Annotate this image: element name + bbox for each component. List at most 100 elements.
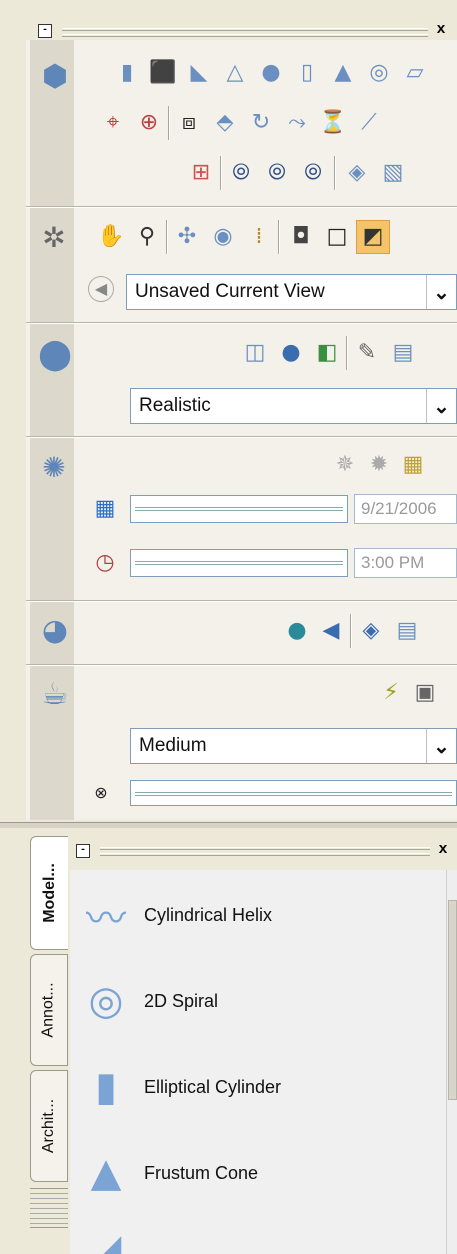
perspective-view-icon[interactable]: ◩	[356, 220, 390, 254]
camera-swivel-icon[interactable]: ◉	[208, 222, 238, 252]
chevron-down-icon[interactable]: ⌄	[426, 389, 456, 423]
time-slider[interactable]	[130, 549, 348, 577]
clock-icon[interactable]: ◷	[90, 548, 120, 578]
list-item[interactable]: ▲ Frustum Cone	[70, 1128, 440, 1218]
grip-line	[100, 853, 430, 856]
pan-icon[interactable]: ✋	[96, 222, 126, 252]
revolve-icon[interactable]: ↻	[246, 108, 276, 138]
3d-orbit-gizmo-icon[interactable]: ⊕	[134, 108, 164, 138]
torus-icon[interactable]: ◎	[364, 58, 394, 88]
tab-annotation[interactable]: Annot...	[30, 954, 68, 1066]
edit-style-icon[interactable]: ✎	[352, 338, 382, 368]
list-item[interactable]: ◢	[70, 1214, 440, 1254]
sphere-icon[interactable]: ●	[256, 58, 286, 88]
sun-off-icon[interactable]: ✹	[364, 450, 394, 480]
subtract-icon[interactable]: ⦾	[262, 158, 292, 188]
materials-palette-icon[interactable]: ▤	[392, 616, 422, 646]
list-item[interactable]: ◎ 2D Spiral	[70, 956, 440, 1046]
zoom-icon[interactable]: ⚲	[132, 222, 162, 252]
materials-panel-icon[interactable]: ◕	[36, 612, 74, 650]
tab-architectural[interactable]: Archit...	[30, 1070, 68, 1182]
tab-label: Annot...	[40, 982, 57, 1038]
convert-icon[interactable]: ▧	[378, 158, 408, 188]
sun-on-icon[interactable]: ✵	[330, 450, 360, 480]
realistic-style-icon[interactable]: ◧	[312, 338, 342, 368]
time-value: 3:00 PM	[354, 548, 457, 578]
orbit-icon[interactable]: ✣	[172, 222, 202, 252]
render-quality-select[interactable]: Medium ⌄	[130, 728, 457, 764]
material-attach-icon[interactable]: ◈	[356, 616, 386, 646]
scrollbar-thumb[interactable]	[448, 900, 457, 1100]
grip-line	[62, 34, 428, 37]
tab-label: Model...	[40, 863, 58, 923]
palette-splitter[interactable]	[0, 822, 457, 828]
render-window-icon[interactable]: ▣	[410, 678, 440, 708]
wedge-icon: ◢	[90, 1226, 122, 1254]
separator	[168, 106, 170, 140]
render-quality-select-value: Medium	[139, 735, 207, 756]
minimize-button[interactable]: -	[76, 844, 90, 858]
scrollbar[interactable]	[446, 870, 457, 1254]
section-plane-icon[interactable]: ⊞	[186, 158, 216, 188]
chevron-down-icon[interactable]: ⌄	[426, 275, 456, 309]
minimize-button[interactable]: -	[38, 24, 52, 38]
intersect-icon[interactable]: ⦾	[298, 158, 328, 188]
teapot-icon[interactable]: ☕	[36, 676, 74, 714]
slider-track	[135, 507, 343, 511]
list-item[interactable]: 〰 Cylindrical Helix	[70, 870, 440, 960]
back-arrow-icon[interactable]: ◀	[88, 276, 114, 302]
separator	[346, 336, 348, 370]
more-tabs-stack[interactable]	[30, 1188, 68, 1228]
date-slider[interactable]	[130, 495, 348, 523]
box-icon[interactable]: ⬛	[148, 58, 178, 88]
pyramid-icon[interactable]: ▲	[328, 58, 358, 88]
panel-render: ☕ ⚡ ▣ Medium ⌄ ⊗	[26, 666, 457, 820]
slice-icon[interactable]: ⟋	[354, 108, 384, 138]
wedge-icon[interactable]: ◣	[184, 58, 214, 88]
extrude-icon[interactable]: ⧈	[174, 108, 204, 138]
calendar-icon[interactable]: ▦	[90, 494, 120, 524]
cone-icon[interactable]: △	[220, 58, 250, 88]
interfere-icon[interactable]: ◈	[342, 158, 372, 188]
3d-hidden-icon[interactable]: ●	[276, 338, 306, 368]
view-select[interactable]: Unsaved Current View ⌄	[126, 274, 457, 310]
grip-line	[100, 847, 430, 850]
loft-icon[interactable]: ⏳	[318, 108, 348, 138]
sweep-icon[interactable]: ⤳	[282, 108, 312, 138]
2d-wireframe-icon[interactable]: ◫	[240, 338, 270, 368]
render-icon[interactable]: ⚡	[376, 678, 406, 708]
close-button[interactable]: x	[436, 842, 450, 858]
parallel-view-icon[interactable]: □	[322, 222, 352, 252]
material-sphere-icon[interactable]: ●	[282, 616, 312, 646]
visual-styles-panel-icon[interactable]: ⬤	[36, 336, 74, 374]
walk-icon[interactable]: ⁞	[244, 222, 274, 252]
exposure-slider[interactable]	[130, 780, 457, 806]
separator	[334, 156, 336, 190]
light-bulb-icon[interactable]: ✺	[36, 450, 72, 486]
light-list-icon[interactable]: ▦	[398, 450, 428, 480]
planar-surface-icon[interactable]: ▱	[400, 58, 430, 88]
polysolid-icon[interactable]: ▮	[112, 58, 142, 88]
render-settings-icon[interactable]: ⊗	[88, 780, 114, 806]
ucs-icon[interactable]: ⌖	[98, 108, 128, 138]
union-icon[interactable]: ⦾	[226, 158, 256, 188]
visual-style-select[interactable]: Realistic ⌄	[130, 388, 457, 424]
close-button[interactable]: x	[434, 22, 448, 38]
list-item[interactable]: ▮ Elliptical Cylinder	[70, 1042, 440, 1132]
tab-modeling[interactable]: Model...	[30, 836, 68, 950]
spiral-icon: ◎	[88, 978, 124, 1024]
tool-palette-tabs: Model... Annot... Archit...	[26, 830, 70, 1254]
tool-label: 2D Spiral	[144, 990, 219, 1011]
camera-icon[interactable]: ◘	[286, 222, 316, 252]
separator	[350, 614, 352, 648]
grip-line	[62, 28, 428, 31]
style-manager-icon[interactable]: ▤	[388, 338, 418, 368]
tool-palette-titlebar[interactable]: - x	[70, 836, 457, 866]
material-mapping-icon[interactable]: ◀	[316, 616, 346, 646]
3d-make-panel-icon[interactable]: ⬢	[36, 58, 74, 96]
cylinder-icon[interactable]: ▯	[292, 58, 322, 88]
helix-icon: 〰	[86, 896, 126, 942]
compass-icon[interactable]: ✲	[36, 220, 72, 256]
chevron-down-icon[interactable]: ⌄	[426, 729, 456, 763]
presspull-icon[interactable]: ⬘	[210, 108, 240, 138]
